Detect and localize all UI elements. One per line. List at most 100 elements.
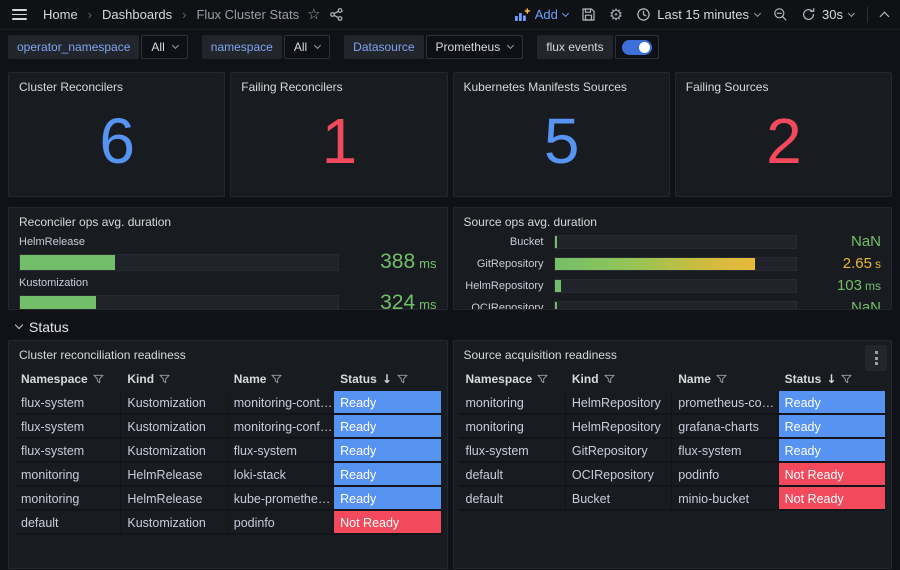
cell-kind: HelmRepository: [566, 391, 672, 415]
cell-kind: GitRepository: [566, 439, 672, 463]
panel-cluster-reconciliation-readiness: Cluster reconciliation readinessNamespac…: [8, 340, 448, 569]
toggle-pill: [622, 40, 652, 55]
gear-icon[interactable]: ⚙: [609, 7, 623, 23]
stat-value: 2: [676, 73, 891, 196]
gauge-bar-track: [554, 257, 798, 271]
table-row: flux-systemGitRepositoryflux-systemReady: [460, 439, 886, 463]
kebab-dot: [875, 362, 878, 365]
column-header-status[interactable]: Status↓: [334, 367, 440, 391]
add-panel-icon: [514, 8, 530, 22]
chevron-down-icon: [754, 9, 761, 16]
menu-icon[interactable]: [12, 9, 27, 20]
panel-failing-sources: Failing Sources2: [675, 72, 892, 197]
time-range-picker[interactable]: Last 15 minutes: [636, 7, 760, 22]
gauge-bar-track: [19, 295, 339, 311]
chevron-up-icon[interactable]: [880, 12, 890, 22]
breadcrumb-dashboards[interactable]: Dashboards: [102, 7, 172, 22]
gauges-row: Reconciler ops avg. duration HelmRelease 3…: [8, 207, 892, 310]
panel-title[interactable]: Cluster reconciliation readiness: [9, 341, 447, 365]
chevron-down-icon: [562, 9, 569, 16]
cell-status: Ready: [334, 463, 440, 487]
cell-namespace: default: [460, 463, 566, 487]
cell-name: podinfo: [672, 463, 778, 487]
add-button[interactable]: Add: [514, 7, 568, 22]
gauge-value-number: 2.65: [843, 255, 872, 272]
cell-namespace: flux-system: [15, 391, 121, 415]
filter-funnel-icon[interactable]: [159, 374, 170, 384]
gauge-value: 2.65s: [807, 255, 881, 273]
column-header-name[interactable]: Name: [672, 367, 778, 391]
gauge-bar-fill: [20, 296, 96, 311]
cell-name: minio-bucket: [672, 487, 778, 511]
divider: [867, 7, 868, 23]
variable-value-dropdown[interactable]: Prometheus: [426, 35, 524, 59]
variable-namespace: namespaceAll: [202, 35, 330, 59]
gauge-bar-label: Kustomization: [19, 277, 437, 289]
column-header-kind[interactable]: Kind: [121, 367, 227, 391]
zoom-out-icon[interactable]: [773, 7, 788, 22]
filter-funnel-icon[interactable]: [271, 374, 282, 384]
gauge-bar-label: HelmRelease: [19, 236, 437, 248]
cell-status: Ready: [779, 415, 885, 439]
filter-funnel-icon[interactable]: [841, 374, 852, 384]
cell-kind: HelmRelease: [121, 463, 227, 487]
gauge-value-unit: ms: [419, 256, 436, 271]
stat-value: 5: [454, 73, 669, 196]
variable-value-dropdown[interactable]: All: [141, 35, 187, 59]
readiness-table: NamespaceKindNameStatus↓monitoringHelmRe…: [454, 365, 892, 511]
gauge-body: BucketNaNGitRepository2.65sHelmRepositor…: [454, 232, 892, 310]
cell-status: Ready: [334, 487, 440, 511]
gauge-bar-row: GitRepository2.65s: [464, 255, 882, 273]
filter-funnel-icon[interactable]: [93, 374, 104, 384]
cell-name: podinfo: [228, 511, 334, 535]
gauge-value-number: 388: [380, 250, 415, 273]
status-section-title: Status: [29, 319, 69, 335]
gauge-bar-label: OCIRepository: [464, 302, 544, 310]
gauge-bar-track: [554, 279, 798, 293]
stats-row: Cluster Reconcilers6Failing Reconcilers1…: [8, 72, 892, 197]
column-header-label: Status: [785, 372, 822, 386]
column-header-namespace[interactable]: Namespace: [15, 367, 121, 391]
cell-status: Not Ready: [779, 463, 885, 487]
sort-desc-icon: ↓: [382, 372, 392, 386]
panel-title[interactable]: Source acquisition readiness: [454, 341, 892, 365]
variable-value-dropdown[interactable]: All: [284, 35, 330, 59]
column-header-kind[interactable]: Kind: [566, 367, 672, 391]
gauge-bar-fill: [20, 255, 115, 270]
variable-value: All: [294, 40, 307, 54]
column-header-namespace[interactable]: Namespace: [460, 367, 566, 391]
panel-title[interactable]: Source ops avg. duration: [454, 208, 892, 232]
panel-title[interactable]: Reconciler ops avg. duration: [9, 208, 447, 232]
gauge-bar-label: Bucket: [464, 236, 544, 248]
breadcrumb-home[interactable]: Home: [43, 7, 78, 22]
refresh-interval-label[interactable]: 30s: [822, 7, 843, 22]
cell-namespace: default: [460, 487, 566, 511]
cell-status: Not Ready: [334, 511, 440, 535]
kebab-dot: [875, 351, 878, 354]
gauge-value: NaN: [807, 299, 881, 310]
gauge-value-number: NaN: [851, 233, 881, 250]
filter-funnel-icon[interactable]: [537, 374, 548, 384]
cell-kind: OCIRepository: [566, 463, 672, 487]
status-section-header[interactable]: Status: [16, 317, 884, 337]
table-row: monitoringHelmReleaseloki-stackReady: [15, 463, 441, 487]
flux-events-toggle[interactable]: [615, 35, 659, 59]
cell-status: Ready: [334, 439, 440, 463]
cell-namespace: monitoring: [460, 415, 566, 439]
chevron-down-icon: [15, 321, 23, 329]
save-icon[interactable]: [581, 7, 596, 22]
filter-funnel-icon[interactable]: [397, 374, 408, 384]
cell-namespace: flux-system: [460, 439, 566, 463]
column-header-name[interactable]: Name: [228, 367, 334, 391]
share-icon[interactable]: [329, 7, 344, 22]
gauge-value: 324ms: [349, 291, 437, 310]
variable-value: Prometheus: [436, 40, 501, 54]
filter-funnel-icon[interactable]: [716, 374, 727, 384]
filter-funnel-icon[interactable]: [604, 374, 615, 384]
panel-menu-icon[interactable]: [865, 345, 887, 371]
breadcrumb-current: Flux Cluster Stats: [196, 7, 299, 22]
gauge-value-number: NaN: [851, 299, 881, 310]
refresh-icon[interactable]: [801, 7, 816, 22]
flux-events-toggle-group: flux events: [537, 35, 658, 59]
star-icon[interactable]: ☆: [307, 7, 320, 22]
